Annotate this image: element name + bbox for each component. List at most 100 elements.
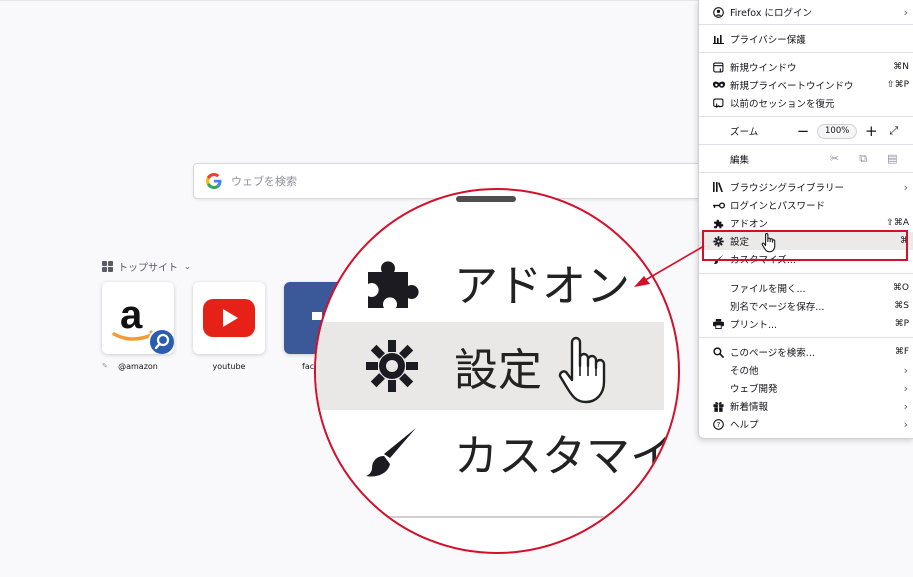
menu-item-zoom: ズーム − 100% + ⤢: [699, 122, 913, 140]
topsite-label: youtube: [212, 362, 246, 371]
menu-item-firefox-login[interactable]: Firefox にログイン ›: [699, 3, 913, 21]
magnifier-divider: [376, 516, 676, 518]
menu-item-label: プリント...: [730, 320, 778, 331]
shortcut-label: ⇧⌘A: [886, 218, 909, 228]
puzzle-icon: [712, 217, 725, 230]
hand-cursor-icon: [558, 336, 606, 404]
menu-separator: [699, 24, 913, 25]
search-placeholder: ウェブを検索: [231, 175, 297, 188]
zoom-reset-button[interactable]: 100%: [817, 123, 858, 139]
edit-controls: ✂ ⧉ ▤: [830, 152, 897, 166]
youtube-logo-icon: [203, 299, 255, 337]
menu-item-label: 以前のセッションを復元: [730, 99, 835, 110]
cut-icon[interactable]: ✂: [830, 152, 839, 166]
chevron-right-icon: ›: [903, 363, 908, 377]
account-icon: [712, 6, 725, 19]
brush-icon: [366, 428, 416, 477]
menu-item-new-window[interactable]: 新規ウインドウ ⌘N: [699, 58, 913, 76]
dashboard-chart-icon: [712, 33, 725, 46]
magnifier-addons-label: アドオン: [454, 261, 630, 312]
menu-item-label: その他: [730, 366, 759, 377]
shortcut-label: ⌘N: [893, 62, 909, 72]
magnifier-cut-text: [456, 196, 516, 202]
menu-item-label: このページを検索...: [730, 348, 815, 359]
magnifier-row-customize: カスタマイ: [316, 408, 678, 496]
menu-item-label: 編集: [730, 155, 750, 166]
fullscreen-icon[interactable]: ⤢: [889, 124, 898, 138]
shortcut-label: ⌘S: [894, 301, 909, 311]
settings-highlight-box: [702, 230, 908, 261]
menu-separator: [699, 52, 913, 53]
menu-item-find[interactable]: このページを検索... ⌘F: [699, 343, 913, 361]
menu-separator: [699, 116, 913, 117]
search-icon: [712, 346, 725, 359]
shortcut-label: ⌘O: [892, 283, 909, 293]
menu-item-new-private-window[interactable]: 新規プライベートウインドウ ⇧⌘P: [699, 76, 913, 94]
callout-arrow: [634, 245, 705, 287]
menu-item-edit: 編集 ✂ ⧉ ▤: [699, 150, 913, 168]
menu-item-label: ブラウジングライブラリー: [730, 183, 845, 194]
menu-separator: [699, 172, 913, 173]
menu-item-label: ズーム: [730, 127, 759, 138]
chevron-right-icon: ›: [903, 381, 908, 395]
google-logo-icon: [206, 173, 222, 189]
menu-item-label: 新着情報: [730, 402, 769, 413]
copy-icon[interactable]: ⧉: [859, 152, 867, 166]
menu-item-label: ログインとパスワード: [730, 201, 826, 212]
gift-icon: [712, 400, 725, 413]
shortcut-label: ⇧⌘P: [887, 80, 909, 90]
menu-item-more[interactable]: その他 ›: [699, 361, 913, 379]
zoom-in-button[interactable]: +: [863, 122, 879, 140]
search-badge-icon: [148, 328, 174, 354]
puzzle-icon: [368, 261, 419, 308]
menu-item-help[interactable]: ? ヘルプ ›: [699, 415, 913, 433]
magnifier-customize-label: カスタマイ: [454, 431, 674, 482]
topsites-heading[interactable]: トップサイト ⌄: [102, 259, 191, 274]
magnifier-settings-label: 設定: [454, 345, 542, 396]
new-window-icon: [712, 61, 725, 74]
menu-item-privacy[interactable]: プライバシー保護: [699, 30, 913, 48]
chevron-right-icon: ›: [903, 5, 908, 19]
menu-item-label: ウェブ開発: [730, 384, 778, 395]
menu-separator: [699, 273, 913, 274]
menu-item-label: Firefox にログイン: [730, 8, 812, 19]
topsite-label: @amazon: [118, 362, 158, 371]
menu-item-label: プライバシー保護: [730, 35, 806, 46]
menu-item-library[interactable]: ブラウジングライブラリー ›: [699, 178, 913, 196]
restore-session-icon: [712, 97, 725, 110]
menu-item-logins[interactable]: ログインとパスワード: [699, 196, 913, 214]
menu-item-web-developer[interactable]: ウェブ開発 ›: [699, 379, 913, 397]
menu-item-label: 別名でページを保存...: [730, 302, 825, 313]
chevron-right-icon: ›: [903, 399, 908, 413]
gear-icon: [366, 340, 418, 392]
topsite-tile-amazon[interactable]: a: [102, 282, 174, 354]
svg-text:a: a: [120, 293, 143, 337]
menu-item-label: アドオン: [730, 219, 769, 230]
printer-icon: [712, 318, 725, 331]
top-border: [0, 0, 700, 1]
shortcut-label: ⌘F: [894, 347, 909, 357]
zoom-out-button[interactable]: −: [795, 122, 811, 140]
topsite-tile-youtube[interactable]: [193, 282, 265, 354]
menu-separator: [699, 144, 913, 145]
chevron-down-icon: ⌄: [184, 262, 191, 271]
menu-item-label: 新規プライベートウインドウ: [730, 81, 854, 92]
menu-item-label: ファイルを開く...: [730, 284, 806, 295]
grid-icon: [102, 261, 113, 272]
menu-item-restore-session[interactable]: 以前のセッションを復元: [699, 94, 913, 112]
magnifier-row-settings: 設定: [316, 322, 678, 410]
firefox-app-menu: Firefox にログイン › プライバシー保護 新規ウインドウ ⌘N 新規プラ…: [698, 0, 913, 439]
menu-item-save-page[interactable]: 別名でページを保存... ⌘S: [699, 297, 913, 315]
zoom-controls: − 100% + ⤢: [795, 122, 898, 140]
topsites-heading-label: トップサイト: [118, 263, 178, 274]
paste-icon[interactable]: ▤: [887, 152, 897, 166]
help-icon: ?: [712, 418, 725, 431]
menu-item-print[interactable]: プリント... ⌘P: [699, 315, 913, 333]
key-icon: [712, 199, 725, 212]
menu-item-label: ヘルプ: [730, 420, 759, 431]
menu-item-whats-new[interactable]: 新着情報 ›: [699, 397, 913, 415]
chevron-right-icon: ›: [903, 417, 908, 431]
menu-item-open-file[interactable]: ファイルを開く... ⌘O: [699, 279, 913, 297]
shortcut-label: ⌘P: [894, 319, 909, 329]
chevron-right-icon: ›: [903, 180, 908, 194]
